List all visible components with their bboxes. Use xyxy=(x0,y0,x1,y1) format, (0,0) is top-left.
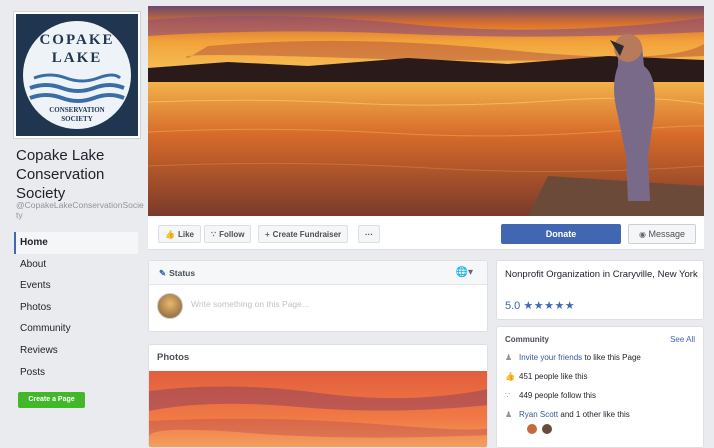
page-title[interactable]: Copake Lake Conservation Society xyxy=(16,146,144,203)
nav-item-about[interactable]: About xyxy=(14,254,138,276)
logo-line-3: CONSERVATION xyxy=(49,106,105,114)
friends-like-row: ♟ Ryan Scott and 1 other like this xyxy=(505,408,630,422)
status-label: Status xyxy=(169,268,196,278)
page-nav: Home About Events Photos Community Revie… xyxy=(14,232,138,383)
globe-icon[interactable]: 🌐▾ xyxy=(456,267,473,278)
logo-line-1: COPAKE xyxy=(39,32,115,48)
rss-icon: ∵ xyxy=(505,391,511,400)
follow-label: Follow xyxy=(219,230,245,239)
left-sidebar: COPAKE LAKE CONSERVATION SOCIETY Copake … xyxy=(0,0,148,448)
page-username[interactable]: @CopakeLakeConservationSociety xyxy=(16,200,144,220)
nav-item-posts[interactable]: Posts xyxy=(14,362,138,384)
logo-line-4: SOCIETY xyxy=(61,115,93,123)
more-options-button[interactable]: ··· xyxy=(358,225,380,243)
follows-count: 449 people follow this xyxy=(519,391,596,400)
copake-lake-logo: COPAKE LAKE CONSERVATION SOCIETY xyxy=(16,14,138,136)
message-label: Message xyxy=(648,229,686,239)
invite-friends-row: ♟ Invite your friends to like this Page xyxy=(505,351,641,365)
friend-avatars xyxy=(527,421,553,439)
plus-icon: + xyxy=(265,230,270,239)
chat-bubble-icon: ◉ xyxy=(638,230,646,239)
page-profile-picture[interactable]: COPAKE LAKE CONSERVATION SOCIETY xyxy=(14,12,140,138)
nav-item-home[interactable]: Home xyxy=(14,232,138,254)
follow-button[interactable]: ∵ Follow xyxy=(204,225,252,243)
message-button[interactable]: ◉ Message xyxy=(628,224,696,244)
status-tab[interactable]: ✎ Status xyxy=(149,261,487,285)
nav-item-events[interactable]: Events xyxy=(14,275,138,297)
cover-photo[interactable] xyxy=(148,6,704,216)
fundraiser-label: Create Fundraiser xyxy=(272,230,342,239)
donate-button[interactable]: Donate xyxy=(501,224,621,244)
avatar xyxy=(157,293,183,319)
likes-count: 451 people like this xyxy=(519,372,588,381)
page-category[interactable]: Nonprofit Organization in Craryville, Ne… xyxy=(505,269,701,281)
follows-count-row: ∵ 449 people follow this xyxy=(505,389,596,403)
nav-item-reviews[interactable]: Reviews xyxy=(14,340,138,362)
people-icon: ♟ xyxy=(505,410,513,419)
invite-friends-link[interactable]: Invite your friends xyxy=(519,353,582,362)
photos-title[interactable]: Photos xyxy=(149,345,487,371)
avatar[interactable] xyxy=(542,424,553,434)
create-fundraiser-button[interactable]: + Create Fundraiser xyxy=(258,225,349,243)
thumbs-up-icon: 👍 xyxy=(505,372,515,381)
people-icon: ♟ xyxy=(505,353,513,362)
photos-section: Photos xyxy=(148,344,488,448)
nav-item-community[interactable]: Community xyxy=(14,318,138,340)
likes-count-row: 👍 451 people like this xyxy=(505,370,588,384)
like-button[interactable]: 👍 Like xyxy=(158,225,201,243)
status-composer: ✎ Status 🌐▾ Write something on this Page.… xyxy=(148,260,488,332)
friend-rest: and 1 other like this xyxy=(558,410,630,419)
nav-item-photos[interactable]: Photos xyxy=(14,297,138,319)
sunset-lake-image xyxy=(148,6,704,216)
rating-summary[interactable]: 5.0 ★★★★★ xyxy=(505,299,575,312)
community-card: Community See All ♟ Invite your friends t… xyxy=(496,326,704,448)
status-input[interactable]: Write something on this Page... xyxy=(191,299,309,309)
like-label: Like xyxy=(177,230,194,239)
page-action-bar: 👍 Like ∵ Follow + Create Fundraiser ··· Don… xyxy=(148,216,704,250)
thumbs-up-icon: 👍 xyxy=(165,230,175,239)
community-title[interactable]: Community xyxy=(505,335,549,344)
logo-line-2: LAKE xyxy=(51,50,103,66)
about-card: Nonprofit Organization in Craryville, Ne… xyxy=(496,260,704,320)
rss-icon: ∵ xyxy=(211,230,217,239)
create-page-button[interactable]: Create a Page xyxy=(18,392,85,408)
rating-stars: ★★★★★ xyxy=(523,300,576,312)
avatar[interactable] xyxy=(527,424,537,434)
invite-rest: to like this Page xyxy=(582,353,641,362)
see-all-link[interactable]: See All xyxy=(670,335,695,344)
friend-name-link[interactable]: Ryan Scott xyxy=(519,410,558,419)
rating-value: 5.0 xyxy=(505,300,521,312)
photo-thumbnail[interactable] xyxy=(149,371,488,448)
pencil-icon: ✎ xyxy=(159,268,167,278)
